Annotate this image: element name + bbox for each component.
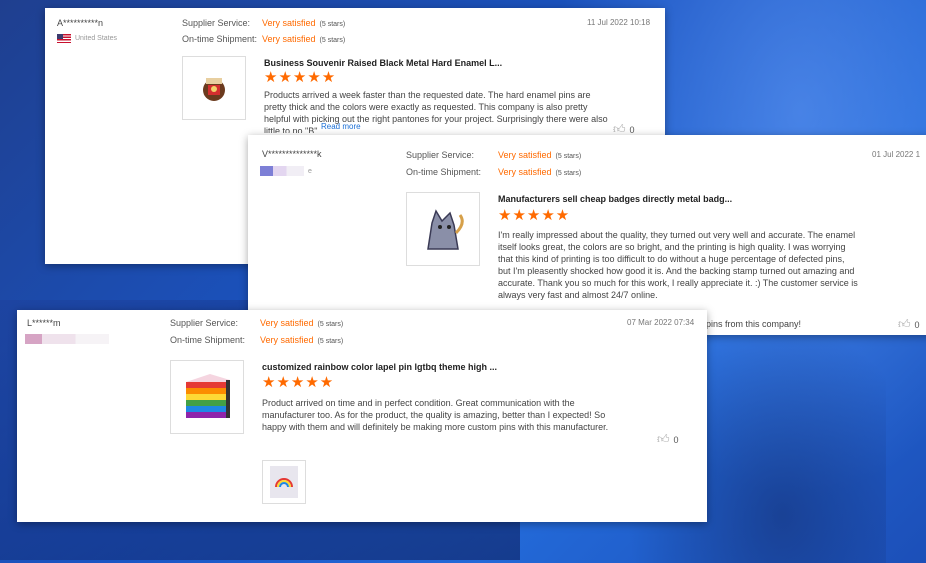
ontime-shipment-label: On-time Shipment:	[182, 34, 258, 44]
supplier-service-label: Supplier Service:	[170, 318, 239, 328]
reviewer-name: A**********n	[57, 18, 104, 28]
review-stars: ★★★★★	[498, 207, 571, 224]
like-count: 0	[673, 434, 679, 445]
review-stars: ★★★★★	[264, 69, 337, 86]
rating-value: Very satisfied	[260, 318, 314, 328]
ontime-shipment-rating: Very satisfied (5 stars)	[260, 335, 343, 345]
product-title[interactable]: Manufacturers sell cheap badges directly…	[498, 194, 732, 204]
us-flag-icon	[57, 34, 71, 43]
review-text: Product arrived on time and in perfect c…	[262, 398, 609, 432]
product-title[interactable]: Business Souvenir Raised Black Metal Har…	[264, 58, 502, 68]
reviewer-name: V**************k	[262, 149, 322, 159]
reviewer-country: United States	[57, 34, 117, 43]
supplier-service-label: Supplier Service:	[182, 18, 251, 28]
flag-blurred	[260, 166, 304, 176]
reviewer-name: L******m	[27, 318, 61, 328]
ontime-shipment-label: On-time Shipment:	[170, 335, 246, 345]
review-card-3: L******m Supplier Service: Very satisfie…	[17, 310, 707, 522]
thumbs-up-icon: 👍︎	[657, 432, 670, 446]
attached-photo-thumbnail[interactable]	[262, 460, 306, 504]
like-button[interactable]: 👍︎ 0	[898, 317, 920, 332]
review-text: Products arrived a week faster than the …	[264, 90, 608, 133]
product-thumbnail[interactable]	[182, 56, 246, 120]
supplier-service-rating: Very satisfied (5 stars)	[262, 18, 345, 28]
review-stars: ★★★★★	[262, 374, 335, 391]
review-date: 07 Mar 2022 07:34	[627, 318, 695, 327]
rating-note: (5 stars)	[319, 21, 346, 28]
review-text-tail: pins from this company!	[706, 319, 802, 329]
review-date: 01 Jul 2022 1	[872, 150, 921, 159]
ontime-shipment-rating: Very satisfied (5 stars)	[498, 167, 581, 177]
rating-value: Very satisfied	[260, 335, 314, 345]
rating-note: (5 stars)	[317, 321, 344, 328]
pin-image	[427, 209, 464, 250]
supplier-service-rating: Very satisfied (5 stars)	[498, 150, 581, 160]
rating-note: (5 stars)	[555, 153, 582, 160]
product-thumbnail[interactable]	[406, 192, 480, 266]
ontime-shipment-label: On-time Shipment:	[406, 167, 482, 177]
like-count: 0	[914, 319, 920, 330]
review-date: 11 Jul 2022 10:18	[587, 18, 651, 27]
rating-note: (5 stars)	[317, 338, 344, 345]
thumbs-up-icon: 👍︎	[898, 317, 911, 331]
like-button[interactable]: 👍︎ 0	[657, 432, 679, 447]
review-text: I'm really impressed about the quality, …	[498, 230, 858, 300]
reviewer-country	[25, 334, 109, 346]
rating-note: (5 stars)	[555, 170, 582, 177]
rainbow-pin-photo	[270, 466, 298, 498]
rating-value: Very satisfied	[498, 167, 552, 177]
pin-image	[203, 78, 225, 101]
like-count: 0	[629, 124, 635, 135]
rating-value: Very satisfied	[498, 150, 552, 160]
country-label: United States	[75, 35, 118, 42]
rating-value: Very satisfied	[262, 34, 316, 44]
country-blurred	[25, 334, 109, 344]
review-card-2: V**************k e Supplier Service: Ver…	[248, 135, 926, 335]
supplier-service-label: Supplier Service:	[406, 150, 475, 160]
read-more-link[interactable]: Read more	[321, 122, 361, 131]
supplier-service-rating: Very satisfied (5 stars)	[260, 318, 343, 328]
product-thumbnail[interactable]	[170, 360, 244, 434]
pin-image	[186, 374, 230, 418]
reviewer-country: e	[260, 166, 312, 176]
rating-note: (5 stars)	[319, 37, 346, 44]
rating-value: Very satisfied	[262, 18, 316, 28]
country-label: e	[308, 167, 312, 175]
product-title[interactable]: customized rainbow color lapel pin lgtbq…	[262, 362, 497, 372]
ontime-shipment-rating: Very satisfied (5 stars)	[262, 34, 345, 44]
